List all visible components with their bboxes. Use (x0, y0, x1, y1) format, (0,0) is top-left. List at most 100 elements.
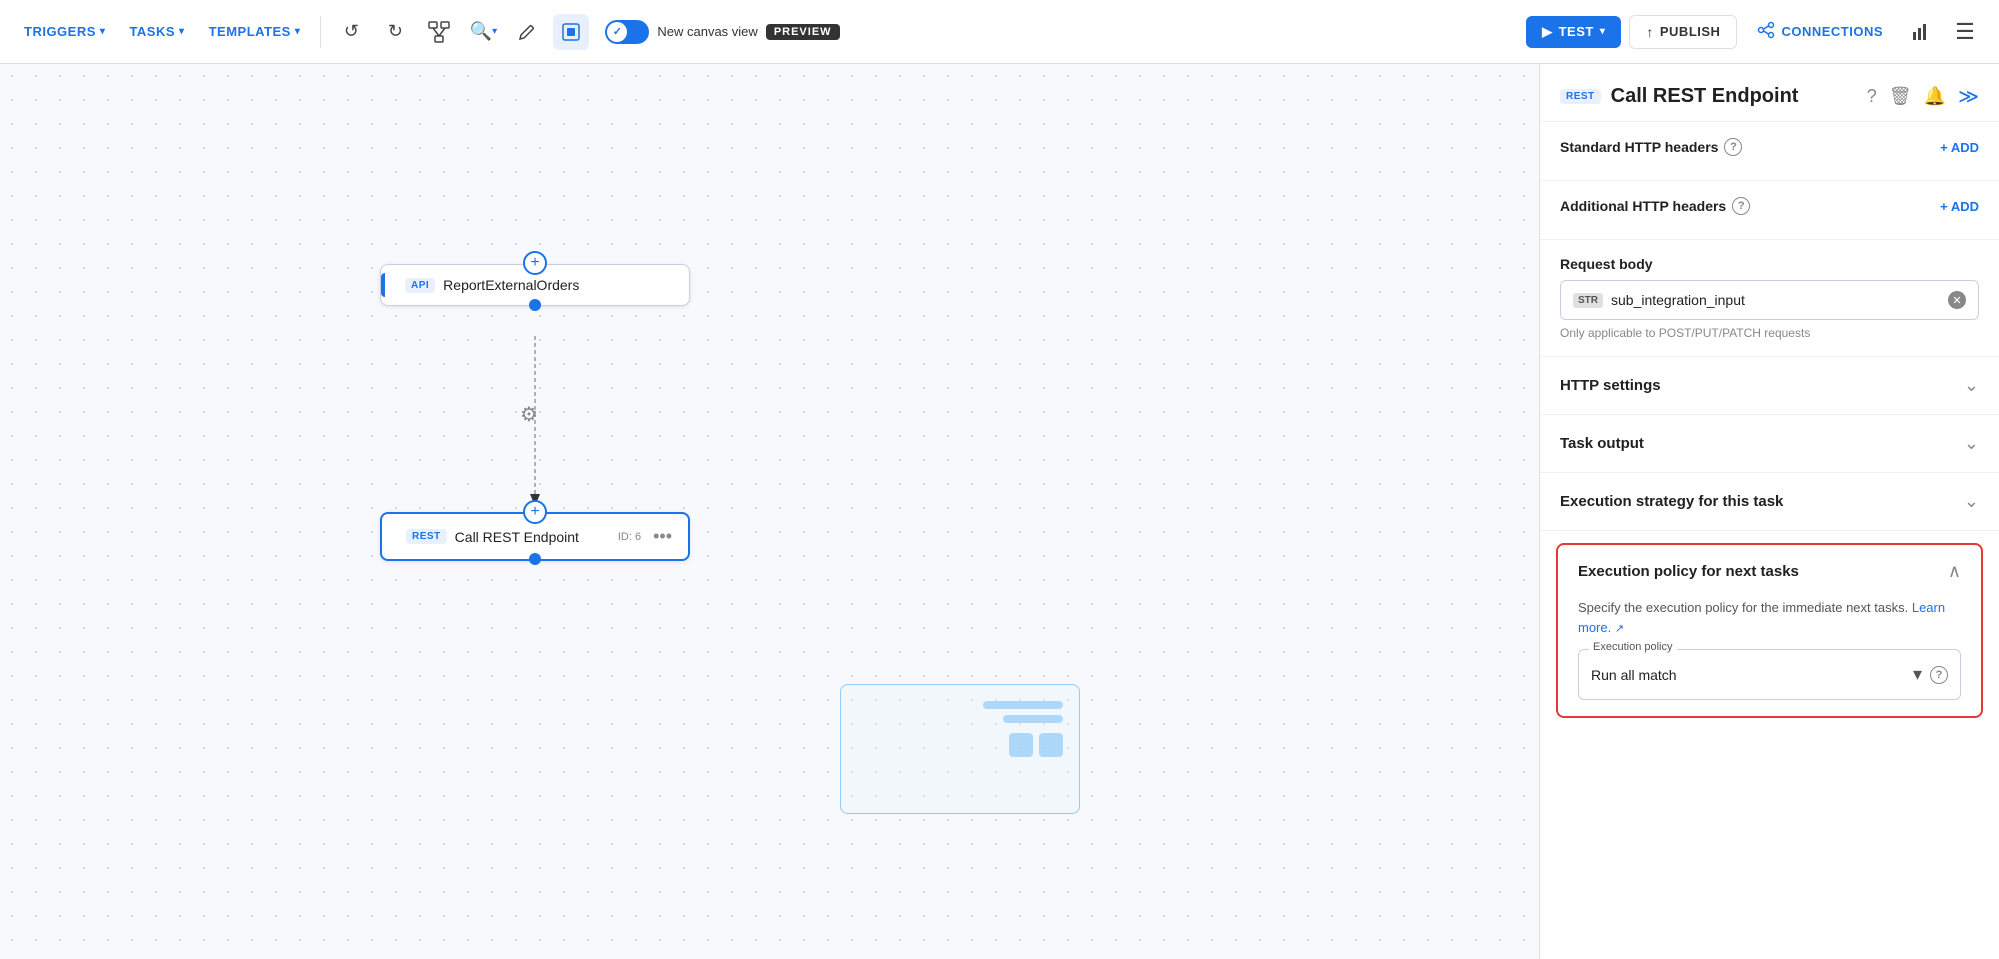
templates-label: TEMPLATES (209, 24, 291, 39)
publish-icon: ↑ (1646, 24, 1654, 40)
node-left-bar (381, 273, 385, 297)
diagram-button[interactable] (421, 14, 457, 50)
mini-line-4 (1039, 733, 1063, 757)
additional-http-headers-row: Additional HTTP headers ? + ADD (1560, 197, 1979, 215)
http-settings-accordion[interactable]: HTTP settings ⌄ (1540, 357, 1999, 415)
templates-chevron-icon: ▾ (295, 26, 301, 37)
mini-line-1 (983, 701, 1063, 709)
main-area: ⚙ API ReportExternalOrders + REST Call R… (0, 64, 1999, 959)
request-body-box[interactable]: STR sub_integration_input ✕ (1560, 280, 1979, 320)
exec-policy-header[interactable]: Execution policy for next tasks ∧ (1558, 545, 1981, 598)
panel-title: Call REST Endpoint (1611, 85, 1857, 108)
node1-badge: API (405, 278, 435, 293)
node-report-external-orders[interactable]: API ReportExternalOrders + (380, 264, 690, 306)
topnav: TRIGGERS ▾ TASKS ▾ TEMPLATES ▾ ↺ ↻ 🔍 ▾ (0, 0, 1999, 64)
triggers-menu[interactable]: TRIGGERS ▾ (16, 18, 113, 45)
task-output-label: Task output (1560, 435, 1644, 452)
exec-policy-body: Specify the execution policy for the imm… (1558, 598, 1981, 716)
task-output-accordion[interactable]: Task output ⌄ (1540, 415, 1999, 473)
exec-policy-label: Execution policy for next tasks (1578, 563, 1799, 580)
zoom-button[interactable]: 🔍 ▾ (465, 14, 501, 50)
http-settings-chevron-icon: ⌄ (1964, 375, 1979, 396)
collapse-icon[interactable]: ≫ (1958, 84, 1979, 109)
redo-button[interactable]: ↻ (377, 14, 413, 50)
triggers-label: TRIGGERS (24, 24, 96, 39)
tasks-menu[interactable]: TASKS ▾ (121, 18, 192, 45)
node2-label: Call REST Endpoint (455, 529, 579, 545)
standard-http-headers-label: Standard HTTP headers ? (1560, 138, 1742, 156)
node1-label: ReportExternalOrders (443, 277, 579, 293)
bell-icon[interactable]: 🔔 (1924, 86, 1946, 107)
exec-policy-dropdown-arrow[interactable]: ▾ (1913, 664, 1922, 685)
additional-http-headers-section: Additional HTTP headers ? + ADD (1540, 181, 1999, 240)
new-canvas-toggle[interactable] (605, 20, 649, 44)
templates-menu[interactable]: TEMPLATES ▾ (201, 18, 309, 45)
preview-badge: PREVIEW (766, 24, 840, 40)
node2-id: ID: 6 (618, 531, 641, 543)
node1-add-top[interactable]: + (523, 251, 547, 275)
request-body-row: Request body (1560, 256, 1979, 272)
external-link-icon: ↗ (1615, 623, 1624, 635)
body-input-text: sub_integration_input (1611, 292, 1940, 308)
http-settings-label: HTTP settings (1560, 377, 1661, 394)
connections-icon (1757, 21, 1775, 42)
test-play-icon: ▶ (1542, 24, 1553, 40)
test-button[interactable]: ▶ TEST ▾ (1526, 16, 1621, 48)
mini-lines (841, 685, 1079, 773)
node-call-rest-endpoint[interactable]: REST Call REST Endpoint ID: 6 ••• + (380, 512, 690, 561)
request-body-label: Request body (1560, 256, 1653, 272)
node2-bottom-connector (529, 553, 541, 565)
node1-bottom-connector (529, 299, 541, 311)
panel-rest-badge: REST (1560, 89, 1601, 104)
delete-icon[interactable]: 🗑 (1889, 86, 1912, 107)
undo-button[interactable]: ↺ (333, 14, 369, 50)
additional-http-help-icon[interactable]: ? (1732, 197, 1750, 215)
node2-menu-icon[interactable]: ••• (653, 526, 672, 547)
execution-policy-section: Execution policy for next tasks ∧ Specif… (1556, 543, 1983, 718)
execution-strategy-label: Execution strategy for this task (1560, 493, 1783, 510)
exec-policy-field-label: Execution policy (1589, 641, 1677, 653)
body-close-icon[interactable]: ✕ (1948, 291, 1966, 309)
divider-1 (320, 16, 321, 48)
new-canvas-label: New canvas view (657, 24, 757, 39)
publish-label: PUBLISH (1660, 24, 1721, 39)
analytics-button[interactable] (1903, 14, 1939, 50)
exec-policy-chevron-icon: ∧ (1948, 561, 1961, 582)
exec-policy-value: Run all match (1591, 667, 1677, 683)
connections-button[interactable]: CONNECTIONS (1745, 13, 1895, 50)
node2-add-top[interactable]: + (523, 500, 547, 524)
mini-line-2 (1003, 715, 1063, 723)
panel-header: REST Call REST Endpoint ? 🗑 🔔 ≫ (1540, 64, 1999, 122)
zoom-chevron-icon: ▾ (492, 26, 497, 37)
edit-button[interactable] (509, 14, 545, 50)
canvas[interactable]: ⚙ API ReportExternalOrders + REST Call R… (0, 64, 1539, 959)
only-applicable-note: Only applicable to POST/PUT/PATCH reques… (1560, 326, 1979, 340)
node2-badge: REST (406, 529, 447, 544)
str-badge: STR (1573, 293, 1603, 308)
triggers-chevron-icon: ▾ (100, 26, 106, 37)
menu-button[interactable]: ☰ (1947, 14, 1983, 50)
execution-strategy-accordion[interactable]: Execution strategy for this task ⌄ (1540, 473, 1999, 531)
additional-http-headers-label: Additional HTTP headers ? (1560, 197, 1750, 215)
canvas-view-button[interactable] (553, 14, 589, 50)
exec-policy-desc: Specify the execution policy for the imm… (1578, 598, 1961, 637)
publish-button[interactable]: ↑ PUBLISH (1629, 15, 1737, 49)
execution-policy-field: Execution policy Run all match ▾ ? (1578, 649, 1961, 700)
connections-label: CONNECTIONS (1781, 24, 1883, 39)
standard-http-add-link[interactable]: + ADD (1940, 140, 1979, 155)
help-icon[interactable]: ? (1867, 86, 1877, 107)
panel-header-icons: ? 🗑 🔔 ≫ (1867, 84, 1979, 109)
exec-policy-help-icon[interactable]: ? (1930, 666, 1948, 684)
connector-svg (0, 64, 1539, 959)
gear-icon[interactable]: ⚙ (520, 402, 538, 427)
exec-policy-select[interactable]: Run all match ▾ ? (1579, 650, 1960, 699)
standard-http-headers-row: Standard HTTP headers ? + ADD (1560, 138, 1979, 156)
new-canvas-toggle-area: New canvas view PREVIEW (605, 20, 839, 44)
additional-http-add-link[interactable]: + ADD (1940, 199, 1979, 214)
test-label: TEST (1559, 24, 1594, 39)
tasks-chevron-icon: ▾ (179, 26, 185, 37)
mini-preview-box (840, 684, 1080, 814)
execution-strategy-chevron-icon: ⌄ (1964, 491, 1979, 512)
tasks-label: TASKS (129, 24, 175, 39)
standard-http-help-icon[interactable]: ? (1724, 138, 1742, 156)
